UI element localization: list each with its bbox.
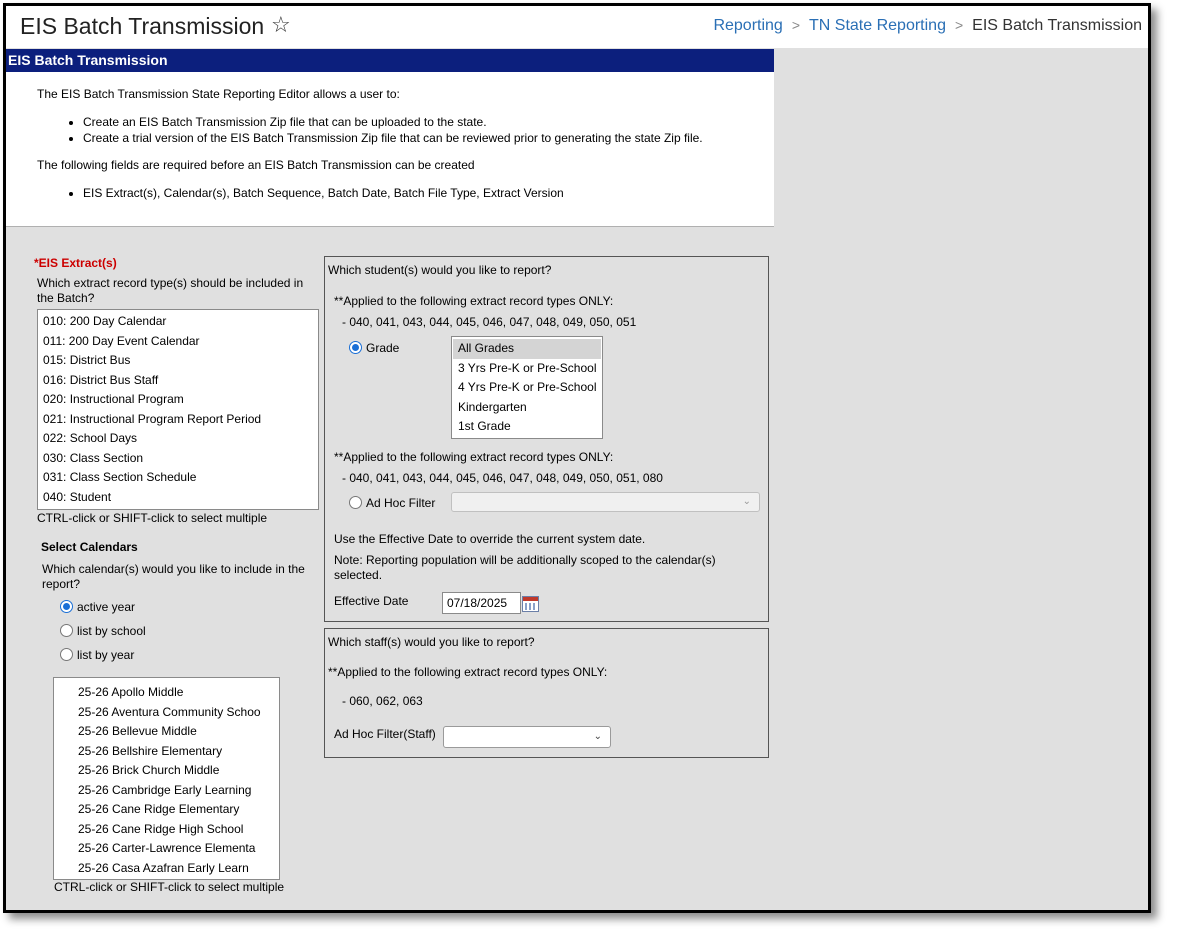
chevron-right-icon: > <box>954 17 964 33</box>
staff-record-types: - 060, 062, 063 <box>342 694 423 708</box>
grade-option[interactable]: Kindergarten <box>453 398 601 418</box>
calendar-option[interactable]: 25-26 Brick Church Middle <box>73 761 279 781</box>
grade-listbox[interactable]: All Grades 3 Yrs Pre-K or Pre-School 4 Y… <box>451 336 603 439</box>
staff-applied-note: **Applied to the following extract recor… <box>328 665 608 679</box>
section-header: EIS Batch Transmission <box>6 49 774 72</box>
info-bullet: Create a trial version of the EIS Batch … <box>83 130 703 146</box>
adhoc-applied-note: **Applied to the following extract recor… <box>334 450 614 464</box>
calendar-option[interactable]: 25-26 Bellshire Elementary <box>73 742 279 762</box>
radio-button[interactable] <box>349 496 362 509</box>
calendars-hint: CTRL-click or SHIFT-click to select mult… <box>54 880 285 894</box>
grade-applied-note: **Applied to the following extract recor… <box>334 294 614 308</box>
calendar-option[interactable]: 25-26 Cane Ridge Elementary <box>73 800 279 820</box>
extract-option[interactable]: 040: Student <box>38 488 318 508</box>
breadcrumb-current: EIS Batch Transmission <box>972 17 1142 34</box>
calendar-option[interactable]: 25-26 Aventura Community Schoo <box>73 703 279 723</box>
calendars-title: Select Calendars <box>41 540 138 554</box>
effective-date-label: Effective Date <box>334 594 409 608</box>
staff-question: Which staff(s) would you like to report? <box>328 635 535 649</box>
calendar-option[interactable]: 25-26 Cambridge Early Learning <box>73 781 279 801</box>
required-list: EIS Extract(s), Calendar(s), Batch Seque… <box>66 185 564 201</box>
effective-date-note: Use the Effective Date to override the c… <box>334 532 646 546</box>
breadcrumb-reporting[interactable]: Reporting <box>713 17 782 34</box>
required-fields: EIS Extract(s), Calendar(s), Batch Seque… <box>83 185 564 201</box>
grade-option[interactable]: 3 Yrs Pre-K or Pre-School <box>453 359 601 379</box>
chevron-down-icon: ⌄ <box>593 731 602 742</box>
chevron-right-icon: > <box>791 17 801 33</box>
breadcrumb: Reporting > TN State Reporting > EIS Batch T… <box>713 17 1142 35</box>
grade-option[interactable]: 1st Grade <box>453 417 601 437</box>
extract-option[interactable]: 021: Instructional Program Report Period <box>38 410 318 430</box>
calendars-listbox[interactable]: 25-26 Apollo Middle 25-26 Aventura Commu… <box>53 677 280 880</box>
favorite-star-icon[interactable]: ☆ <box>271 12 291 38</box>
radio-button[interactable] <box>60 600 73 613</box>
info-panel: The EIS Batch Transmission State Reporti… <box>6 72 774 227</box>
breadcrumb-tn-state-reporting[interactable]: TN State Reporting <box>809 17 946 34</box>
extracts-hint: CTRL-click or SHIFT-click to select mult… <box>37 511 268 525</box>
radio-adhoc-filter[interactable]: Ad Hoc Filter <box>349 496 435 511</box>
page-title: EIS Batch Transmission <box>20 13 265 39</box>
adhoc-record-types: - 040, 041, 043, 044, 045, 046, 047, 048… <box>342 471 663 485</box>
top-bar: EIS Batch Transmission ☆ Reporting > TN St… <box>6 6 1148 48</box>
info-bullet: Create an EIS Batch Transmission Zip fil… <box>83 114 703 130</box>
extract-option[interactable]: 015: District Bus <box>38 351 318 371</box>
chevron-down-icon: ⌄ <box>742 496 751 507</box>
calendar-option[interactable]: 25-26 Cane Ridge High School <box>73 820 279 840</box>
calendar-option[interactable]: 25-26 Apollo Middle <box>73 683 279 703</box>
grade-option[interactable]: 4 Yrs Pre-K or Pre-School <box>453 378 601 398</box>
students-panel: Which student(s) would you like to repor… <box>324 256 769 622</box>
extract-option[interactable]: 020: Instructional Program <box>38 390 318 410</box>
effective-date-input[interactable]: 07/18/2025 <box>442 592 521 614</box>
adhoc-filter-select[interactable]: ⌄ <box>451 492 760 512</box>
extract-option[interactable]: 031: Class Section Schedule <box>38 468 318 488</box>
info-intro: The EIS Batch Transmission State Reporti… <box>37 87 400 101</box>
extract-option[interactable]: 010: 200 Day Calendar <box>38 312 318 332</box>
grade-record-types: - 040, 041, 043, 044, 045, 046, 047, 048… <box>342 315 637 329</box>
required-intro: The following fields are required before… <box>37 158 475 172</box>
extract-option[interactable]: 022: School Days <box>38 429 318 449</box>
calendar-option[interactable]: 25-26 Carter-Lawrence Elementa <box>73 839 279 859</box>
extracts-question: Which extract record type(s) should be i… <box>37 276 304 305</box>
radio-list-by-school[interactable]: list by school <box>60 624 146 639</box>
radio-grade[interactable]: Grade <box>349 341 399 356</box>
calendars-question: Which calendar(s) would you like to incl… <box>42 562 305 591</box>
staff-filter-select[interactable]: ⌄ <box>443 726 611 748</box>
app-window: EIS Batch Transmission ☆ Reporting > TN St… <box>3 3 1151 913</box>
radio-list-by-year[interactable]: list by year <box>60 648 134 663</box>
scope-note: Note: Reporting population will be addit… <box>334 553 716 582</box>
info-bullets: Create an EIS Batch Transmission Zip fil… <box>66 114 703 146</box>
extract-option[interactable]: 011: 200 Day Event Calendar <box>38 332 318 352</box>
students-question: Which student(s) would you like to repor… <box>328 263 552 277</box>
extracts-listbox[interactable]: 010: 200 Day Calendar 011: 200 Day Event… <box>37 309 319 510</box>
extract-option[interactable]: 030: Class Section <box>38 449 318 469</box>
radio-button[interactable] <box>60 624 73 637</box>
grade-option[interactable]: All Grades <box>453 339 601 359</box>
calendar-option[interactable]: 25-26 Casa Azafran Early Learn <box>73 859 279 879</box>
radio-active-year[interactable]: active year <box>60 600 135 615</box>
extract-option[interactable]: 016: District Bus Staff <box>38 371 318 391</box>
calendar-option[interactable]: 25-26 Bellevue Middle <box>73 722 279 742</box>
extracts-label: *EIS Extract(s) <box>34 256 117 270</box>
staff-filter-label: Ad Hoc Filter(Staff) <box>334 727 436 741</box>
calendar-icon[interactable] <box>522 596 539 612</box>
radio-button[interactable] <box>60 648 73 661</box>
radio-button[interactable] <box>349 341 362 354</box>
staff-panel: Which staff(s) would you like to report?… <box>324 628 769 758</box>
